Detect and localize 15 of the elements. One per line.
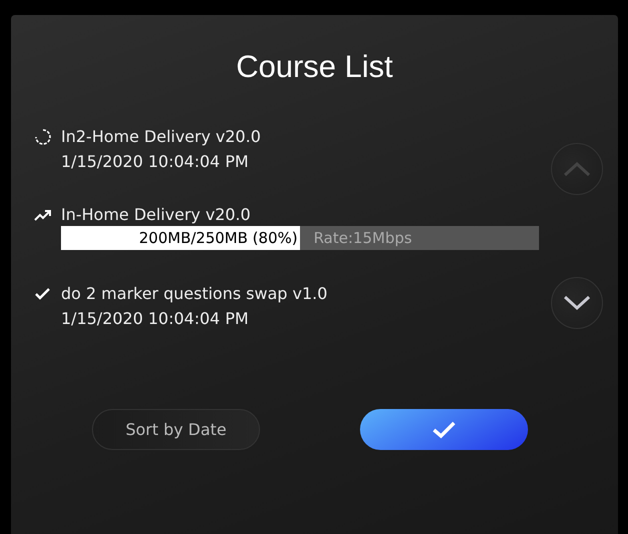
scroll-down-button[interactable]	[551, 277, 603, 329]
course-date: 1/15/2020 10:04:04 PM	[61, 152, 250, 171]
course-name[interactable]: In-Home Delivery v20.0	[61, 205, 551, 224]
spinner-icon	[34, 128, 52, 146]
chevron-up-icon	[563, 161, 591, 177]
sort-button[interactable]: Sort by Date	[92, 409, 260, 450]
course-name[interactable]: In2-Home Delivery v20.0	[61, 127, 551, 146]
course-name[interactable]: do 2 marker questions swap v1.0	[61, 284, 551, 303]
dialog-title: Course List	[235, 49, 394, 85]
download-rate: Rate:15Mbps	[314, 228, 412, 249]
course-date: 1/15/2020 10:04:04 PM	[61, 309, 250, 328]
confirm-button[interactable]	[360, 409, 528, 450]
download-size: 200MB/250MB (80%)	[139, 228, 298, 249]
chevron-down-icon	[563, 295, 591, 311]
check-icon	[432, 420, 456, 438]
